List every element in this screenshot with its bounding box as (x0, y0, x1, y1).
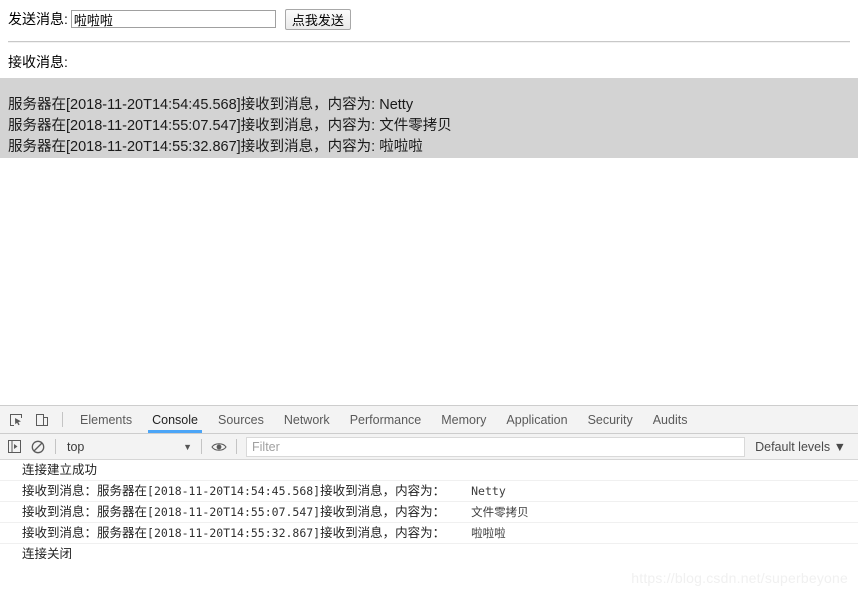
console-filter-input[interactable] (246, 436, 746, 457)
console-levels-selector[interactable]: Default levels ▼ (749, 440, 856, 454)
console-context-selector[interactable]: top ▼ (61, 440, 196, 454)
received-message-line: 服务器在[2018-11-20T14:55:32.867]接收到消息，内容为: … (8, 139, 423, 155)
console-row-prefix: 接收到消息：服务器在 (22, 526, 148, 540)
console-row[interactable]: 连接关闭 (0, 544, 858, 559)
filterbar-separator (55, 439, 56, 454)
section-divider (8, 41, 850, 43)
chevron-down-icon: ▼ (183, 441, 192, 452)
console-row-payload: Netty (471, 484, 506, 498)
console-row-timestamp: [2018-11-20T14:55:07.547] (147, 505, 321, 519)
chevron-down-icon: ▼ (833, 439, 846, 454)
watermark: https://blog.csdn.net/superbeyone (631, 570, 848, 586)
console-context-label: top (67, 439, 85, 454)
console-row-timestamp: [2018-11-20T14:55:32.867] (147, 526, 321, 540)
console-filter-bar: top ▼ Default levels ▼ (0, 434, 858, 460)
console-row[interactable]: 接收到消息：服务器在[2018-11-20T14:54:45.568]接收到消息… (0, 481, 858, 502)
console-row[interactable]: 连接建立成功 (0, 460, 858, 481)
console-row-text: 接收到消息，内容为： (320, 526, 446, 540)
console-row-prefix: 接收到消息：服务器在 (22, 505, 148, 519)
show-console-sidebar-icon[interactable] (2, 435, 26, 459)
tab-sources[interactable]: Sources (208, 406, 274, 433)
received-message-line: 服务器在[2018-11-20T14:54:45.568]接收到消息，内容为: … (8, 97, 414, 113)
received-message-line: 服务器在[2018-11-20T14:55:07.547]接收到消息，内容为: … (8, 118, 452, 134)
console-row[interactable]: 接收到消息：服务器在[2018-11-20T14:55:07.547]接收到消息… (0, 502, 858, 523)
received-messages-panel: 服务器在[2018-11-20T14:54:45.568]接收到消息，内容为: … (0, 78, 858, 158)
tab-performance[interactable]: Performance (340, 406, 432, 433)
console-row[interactable]: 接收到消息：服务器在[2018-11-20T14:55:32.867]接收到消息… (0, 523, 858, 544)
console-row-prefix: 接收到消息：服务器在 (22, 484, 148, 498)
devtools-panel: Elements Console Sources Network Perform… (0, 405, 858, 594)
console-levels-label: Default levels (755, 439, 831, 454)
console-row-timestamp: [2018-11-20T14:54:45.568] (147, 484, 321, 498)
device-toolbar-icon[interactable] (29, 407, 55, 433)
tab-application[interactable]: Application (496, 406, 577, 433)
inspect-element-icon[interactable] (3, 407, 29, 433)
send-message-input[interactable] (70, 10, 276, 28)
devtools-tabbar: Elements Console Sources Network Perform… (0, 406, 858, 434)
console-message-list: 连接建立成功 接收到消息：服务器在[2018-11-20T14:54:45.56… (0, 460, 858, 559)
console-row-payload: 文件零拷贝 (471, 505, 529, 519)
send-message-button[interactable]: 点我发送 (284, 8, 351, 30)
tab-elements[interactable]: Elements (70, 406, 142, 433)
tab-console[interactable]: Console (142, 406, 208, 433)
console-row-payload: 啦啦啦 (471, 526, 506, 540)
filterbar-separator (236, 439, 237, 454)
clear-console-icon[interactable] (26, 435, 50, 459)
tab-network[interactable]: Network (274, 406, 340, 433)
tab-security[interactable]: Security (578, 406, 643, 433)
send-message-label: 发送消息: (8, 11, 68, 27)
tab-memory[interactable]: Memory (431, 406, 496, 433)
receive-message-label: 接收消息: (8, 54, 68, 70)
filterbar-separator (201, 439, 202, 454)
browser-page-content: 发送消息: 点我发送 接收消息: 服务器在[2018-11-20T14:54:4… (0, 0, 858, 405)
console-row-text: 接收到消息，内容为： (320, 505, 446, 519)
console-row-text: 连接建立成功 (22, 463, 98, 477)
send-message-row: 发送消息: 点我发送 (8, 8, 850, 30)
console-row-text: 接收到消息，内容为： (320, 484, 446, 498)
console-row-text: 连接关闭 (22, 547, 73, 559)
tab-audits[interactable]: Audits (643, 406, 698, 433)
live-expression-eye-icon[interactable] (207, 435, 231, 459)
toolbar-separator (62, 412, 63, 427)
